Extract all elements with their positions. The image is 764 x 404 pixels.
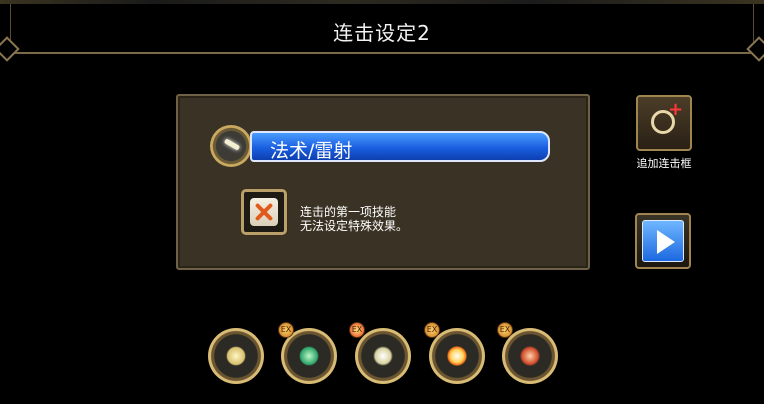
skill-name: 法术/雷射	[270, 140, 353, 162]
badge-icon: EX	[497, 322, 513, 338]
close-icon	[250, 198, 278, 226]
badge-icon: EX	[424, 322, 440, 338]
combo-slot-4[interactable]	[429, 328, 485, 384]
notice-text: 连击的第一项技能 无法设定特殊效果。	[300, 205, 408, 233]
combo-slot-5[interactable]	[502, 328, 558, 384]
slash-skill-icon	[373, 346, 393, 366]
flame-skill-icon	[520, 346, 540, 366]
add-combo-frame-label: 追加连击框	[636, 157, 692, 170]
add-combo-frame-button[interactable]: +	[636, 95, 692, 151]
combo-slot-1[interactable]	[208, 328, 264, 384]
burst-skill-icon	[447, 346, 467, 366]
combo-settings-panel	[176, 94, 590, 270]
plus-icon: +	[668, 99, 684, 120]
page-title: 连击设定2	[333, 21, 431, 45]
special-effect-disabled-button[interactable]	[241, 189, 287, 235]
skill-selector[interactable]: 法术/雷射	[250, 131, 550, 162]
play-icon	[642, 220, 684, 262]
wind-skill-icon	[299, 346, 319, 366]
play-triangle	[657, 230, 675, 254]
notice-line-2: 无法设定特殊效果。	[300, 219, 409, 233]
notice-line-1: 连击的第一项技能	[300, 205, 397, 219]
beam-skill-icon[interactable]	[210, 125, 252, 167]
next-button[interactable]	[635, 213, 691, 269]
beam-skill-icon	[226, 346, 246, 366]
badge-icon: EX	[278, 322, 294, 338]
badge-icon: EX	[349, 322, 365, 338]
combo-slot-3[interactable]	[355, 328, 411, 384]
header-bar: 连击设定2	[10, 4, 754, 54]
